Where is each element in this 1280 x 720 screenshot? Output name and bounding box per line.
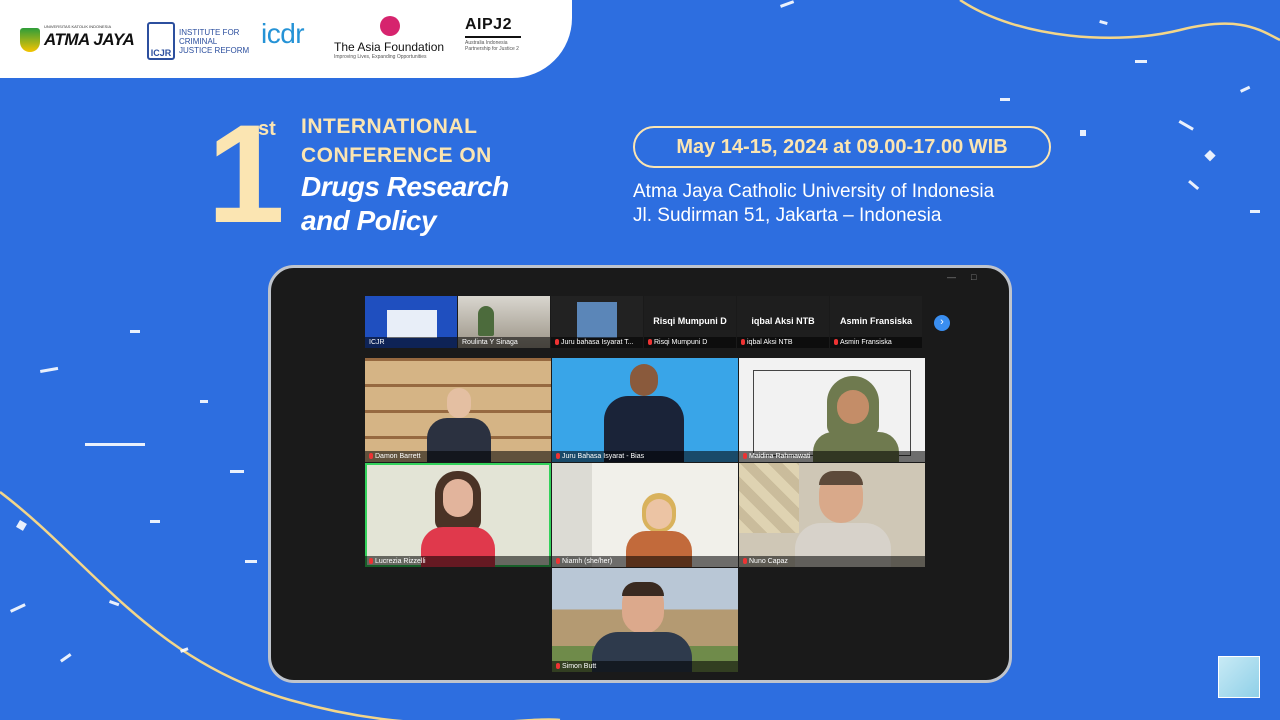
tile-label: Lucrezia Rizzelli [365, 556, 551, 567]
tile-label-text: Maidina Rahmawati [749, 453, 811, 460]
video-tile-maidina-rahmawati[interactable]: Maidina Rahmawati [739, 358, 925, 462]
atma-jaya-shield-icon [20, 28, 40, 52]
atma-jaya-logo-top: UNIVERSITAS KATOLIK INDONESIA [44, 24, 112, 29]
strip-label: Risqi Mumpuni D [644, 337, 736, 348]
asia-foundation-tagline: Improving Lives, Expanding Opportunities [334, 54, 427, 60]
tile-label-text: Niamh (she/her) [562, 558, 613, 565]
strip-label: Asmin Fransiska [830, 337, 922, 348]
video-tile-lucrezia-rizzelli[interactable]: Lucrezia Rizzelli [365, 463, 551, 567]
strip-label: Juru bahasa Isyarat T... [551, 337, 643, 348]
tile-label-text: Damon Barrett [375, 453, 421, 460]
video-call-screen: — □ ICJR Roulinta Y Sinaga Juru bahasa I… [268, 265, 1012, 683]
person-video [592, 582, 692, 672]
aipj2-logo-text: AIPJ2 [465, 16, 512, 33]
tile-label-text: Simon Butt [562, 663, 597, 670]
icjr-mark-text: ICJR [150, 48, 172, 58]
strip-label-text: iqbal Aksi NTB [747, 339, 793, 346]
strip-label: ICJR [365, 337, 457, 348]
strip-label-text: Risqi Mumpuni D [654, 339, 708, 346]
icdr-logo: icdr [261, 18, 305, 50]
event-venue-line2: Jl. Sudirman 51, Jakarta – Indonesia [633, 205, 942, 226]
strip-thumbnail-risqi[interactable]: Risqi Mumpuni D Risqi Mumpuni D [644, 296, 736, 348]
shared-screen-thumbnail [387, 310, 437, 338]
room-background [552, 463, 592, 567]
tile-label: Damon Barrett [365, 451, 551, 462]
tile-label: Maidina Rahmawati [739, 451, 925, 462]
asia-foundation-flower-icon [380, 16, 400, 36]
person-video [421, 471, 495, 567]
strip-label: Roulinta Y Sinaga [458, 337, 550, 348]
video-tile-nuno-capaz[interactable]: Nuno Capaz [739, 463, 925, 567]
minimize-window-icon[interactable]: — [947, 272, 956, 282]
tile-label-text: Juru Bahasa Isyarat - Bias [562, 453, 645, 460]
video-tile-juru-bahasa-isyarat[interactable]: Juru Bahasa Isyarat - Bias [552, 358, 738, 462]
tile-label: Juru Bahasa Isyarat - Bias [552, 451, 738, 462]
tile-label: Nuno Capaz [739, 556, 925, 567]
aipj2-logo: AIPJ2 Australia Indonesia Partnership fo… [465, 16, 525, 52]
video-tile-simon-butt[interactable]: Simon Butt [552, 568, 738, 672]
strip-name: Risqi Mumpuni D [653, 316, 727, 326]
corner-badge-logo [1218, 656, 1260, 698]
video-tile-damon-barrett[interactable]: Damon Barrett [365, 358, 551, 462]
icdr-logo-text: icdr [261, 18, 305, 49]
strip-thumbnail-juru-bahasa[interactable]: Juru bahasa Isyarat T... [551, 296, 643, 348]
strip-thumbnail-icjr[interactable]: ICJR [365, 296, 457, 348]
asia-foundation-logo-text: The Asia Foundation [334, 40, 445, 54]
tile-label: Niamh (she/her) [552, 556, 738, 567]
video-tile-niamh[interactable]: Niamh (she/her) [552, 463, 738, 567]
event-date-badge: May 14-15, 2024 at 09.00-17.00 WIB [633, 126, 1051, 168]
logo-bar: UNIVERSITAS KATOLIK INDONESIA ATMA JAYA … [0, 0, 572, 78]
tile-label-text: Lucrezia Rizzelli [375, 558, 426, 565]
strip-label-text: Juru bahasa Isyarat T... [561, 339, 634, 346]
icjr-logo-text: INSTITUTE FOR CRIMINAL JUSTICE REFORM [179, 27, 250, 55]
tile-label: Simon Butt [552, 661, 738, 672]
strip-thumbnail-roulinta[interactable]: Roulinta Y Sinaga [458, 296, 550, 348]
wall-notes-background [739, 463, 799, 533]
strip-thumbnail-iqbal[interactable]: iqbal Aksi NTB iqbal Aksi NTB [737, 296, 829, 348]
strip-label: iqbal Aksi NTB [737, 337, 829, 348]
person-video [577, 302, 617, 338]
strip-thumbnail-asmin[interactable]: Asmin Fransiska Asmin Fransiska [830, 296, 922, 348]
strip-name: iqbal Aksi NTB [751, 316, 815, 326]
aipj2-tagline: Australia Indonesia Partnership for Just… [465, 40, 519, 52]
strip-label-text: Asmin Fransiska [840, 339, 892, 346]
atma-jaya-logo: UNIVERSITAS KATOLIK INDONESIA ATMA JAYA [20, 24, 135, 52]
next-page-chevron-icon[interactable]: › [934, 315, 950, 331]
person-video [813, 376, 899, 462]
strip-name: Asmin Fransiska [839, 316, 913, 326]
conference-title-line4: and Policy [301, 205, 437, 236]
conference-title-line1: INTERNATIONAL [301, 115, 478, 138]
conference-title-line2: CONFERENCE ON [301, 144, 492, 167]
plant-decoration [478, 306, 494, 336]
conference-ordinal-suffix: st [258, 118, 276, 140]
atma-jaya-logo-text: ATMA JAYA [44, 30, 135, 49]
event-venue-line1: Atma Jaya Catholic University of Indones… [633, 181, 995, 202]
conference-title-line3: Drugs Research [301, 171, 509, 202]
icjr-logo: ICJR INSTITUTE FOR CRIMINAL JUSTICE REFO… [147, 22, 251, 60]
asia-foundation-logo: The Asia Foundation Improving Lives, Exp… [334, 16, 445, 60]
maximize-window-icon[interactable]: □ [971, 272, 976, 282]
aipj2-underline [465, 36, 521, 38]
icjr-eye-icon: ICJR [147, 22, 175, 60]
person-video [604, 364, 684, 462]
person-video [795, 471, 891, 567]
tile-label-text: Nuno Capaz [749, 558, 788, 565]
